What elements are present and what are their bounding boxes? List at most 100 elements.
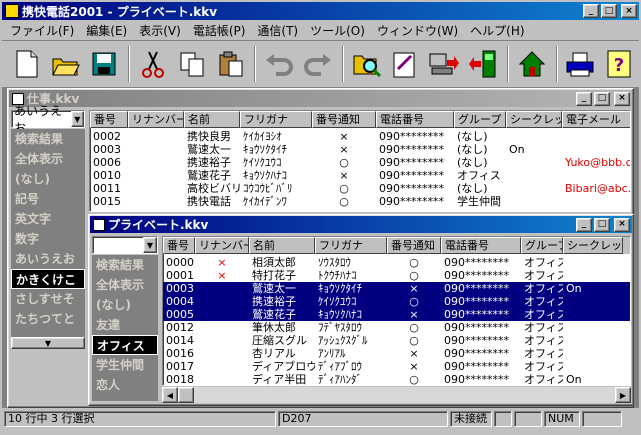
table-row[interactable]: 0016 杏リアル ｱﾝﾘｱﾙ × 090******** オフィス [163,347,630,360]
chevron-down-icon[interactable]: ▼ [70,111,84,127]
edit-button[interactable] [387,45,425,83]
table-cell [562,169,630,182]
table-row[interactable]: 0017 ディアブロウﾃﾞｨｱﾌﾞﾛｳ × 090******** オフィス [163,360,630,373]
main-titlebar[interactable]: 携快電話2001 - プライベート.kkv _ □ × [2,2,639,20]
private-titlebar[interactable]: プライベート.kkv _ □ × [90,216,632,233]
table-cell: ﾌﾃﾞﾔｽﾀﾛｳ [318,321,362,334]
menu-item[interactable]: 表示(V) [133,22,187,39]
category-item[interactable]: 学生仲間 [92,355,158,375]
column-header[interactable]: 番号 [90,111,128,128]
cut-button[interactable] [134,45,172,83]
column-header[interactable]: シークレット [506,111,562,128]
category-item[interactable]: オフィス [92,335,158,355]
scroll-left-icon[interactable]: ◀ [162,387,178,403]
menu-item[interactable]: 編集(E) [80,22,133,39]
send-to-phone-button[interactable] [425,45,463,83]
category-item[interactable]: 検索結果 [11,129,85,149]
category-item[interactable]: かきくけこ [11,269,85,289]
table-row[interactable]: 0000 × 相須太郎 ｿｳｽﾀﾛｳ ○ 090******** オフィス [163,256,630,269]
column-header[interactable]: 名前 [249,237,315,254]
chevron-down-icon[interactable]: ▼ [143,237,157,253]
menu-item[interactable]: ヘルプ(H) [464,22,530,39]
menu-item[interactable]: ツール(O) [304,22,371,39]
work-maximize-button[interactable]: □ [594,91,610,106]
category-item[interactable]: 恋人 [92,375,158,395]
column-header[interactable]: 番号 [163,237,195,254]
column-header[interactable]: フリガナ [315,237,387,254]
column-header[interactable]: グループ [454,111,506,128]
close-button[interactable]: × [621,4,637,18]
column-header[interactable]: 番号通知 [312,111,376,128]
menu-item[interactable]: 電話帳(P) [187,22,252,39]
column-header[interactable]: 電話番号 [441,237,521,254]
table-row[interactable]: 0012 筆休太郎 ﾌﾃﾞﾔｽﾀﾛｳ ○ 090******** オフィス [163,321,630,334]
column-header[interactable]: 電話番号 [376,111,454,128]
category-item[interactable]: 全体表示 [92,275,158,295]
help-button[interactable]: ? [600,45,638,83]
undo-button[interactable] [260,45,298,83]
table-row[interactable]: 0003 鷲速太一 ｷｮｳｿｸﾀｲﾁ × 090******** (なし) On [90,143,630,156]
category-item[interactable]: さしすせそ [11,289,85,309]
work-index-combo[interactable]: あいうえお ▼ [11,104,85,135]
table-row[interactable]: 0002 携快良男 ｹｲｶｲﾖｼｵ × 090******** (なし) [90,130,630,143]
category-item[interactable]: 記号 [11,189,85,209]
receive-from-phone-button[interactable] [464,45,502,83]
scroll-thumb[interactable] [178,387,194,403]
table-row[interactable]: 0010 鷲速花子 ｷｮｳｿｸﾊﾅｺ × 090******** オフィス [90,169,630,182]
column-header[interactable]: シークレット [563,237,623,254]
column-header[interactable]: リナンバー [195,237,249,254]
table-cell: ○ [409,269,419,282]
category-item[interactable]: 数字 [11,229,85,249]
column-header[interactable]: 電子メール [562,111,630,128]
column-header[interactable]: グループ [521,237,563,254]
work-titlebar[interactable]: 仕事.kkv _ □ × [9,90,632,107]
maximize-button[interactable]: □ [601,4,617,18]
table-row[interactable]: 0003 鷲速太一 ｷｮｳｿｸﾀｲﾁ × 090******** オフィスOn [163,282,630,295]
home-button[interactable] [513,45,551,83]
table-row[interactable]: 0006 携速裕子 ｹｲｿｸﾕｳｺ ○ 090******** (なし) Yuko@bbb.… [90,156,630,169]
column-header[interactable]: 番号通知 [387,237,441,254]
work-category-scroll-down[interactable]: ▼ [11,337,85,349]
work-minimize-button[interactable]: _ [576,91,592,106]
copy-button[interactable] [173,45,211,83]
private-maximize-button[interactable]: □ [594,217,610,232]
new-button[interactable] [8,45,46,83]
menu-item[interactable]: ウィンドウ(W) [371,22,464,39]
table-row[interactable]: 0004 携速裕子 ｹｲｿｸﾕｳｺ ○ 090******** オフィス [163,295,630,308]
table-cell: ｹｲｿｸﾕｳｺ [243,156,282,169]
category-item[interactable]: たちつてと [11,309,85,329]
save-button[interactable] [85,45,123,83]
column-header[interactable]: リナンバー [128,111,184,128]
private-close-button[interactable]: × [614,217,630,232]
menu-item[interactable]: ファイル(F) [4,22,80,39]
category-item[interactable]: 検索結果 [92,255,158,275]
column-header[interactable]: 名前 [184,111,240,128]
private-index-combo[interactable]: ▼ [92,236,158,254]
private-window[interactable]: プライベート.kkv _ □ × ▼ 検索結果 全体表示 (なし) 友達 オフィス 学生仲… [88,214,634,406]
category-item[interactable]: (なし) [11,169,85,189]
table-row[interactable]: 0014 圧縮スグル ｱｯｼｭｸｽｸﾞﾙ ○ 090******** オフィス [163,334,630,347]
scroll-right-icon[interactable]: ▶ [615,387,631,403]
table-row[interactable]: 0018 ディア半田 ﾃﾞｨｱﾊﾝﾀﾞ ○ 090******** オフィスOn [163,373,630,385]
table-row[interactable]: 0005 鷲速花子 ｷｮｳｿｸﾊﾅｺ × 090******** オフィス [163,308,630,321]
table-row[interactable]: 0001 × 特打花子 ﾄｸｳﾁﾊﾅｺ ○ 090******** オフィス [163,269,630,282]
category-item[interactable]: あいうえお [11,249,85,269]
paste-button[interactable] [212,45,250,83]
category-item[interactable]: 英文字 [11,209,85,229]
table-cell [128,143,184,156]
minimize-button[interactable]: _ [583,4,599,18]
column-header[interactable]: フリガナ [240,111,312,128]
menu-item[interactable]: 通信(T) [251,22,304,39]
open-button[interactable] [47,45,85,83]
private-horizontal-scrollbar[interactable]: ◀ ▶ [162,387,631,403]
private-minimize-button[interactable]: _ [576,217,592,232]
table-row[interactable]: 0011 高校ビバリ ｺｳｺｳﾋﾞﾊﾞﾘ ○ 090******** (なし) Bibari… [90,182,630,195]
category-item[interactable]: 友達 [92,315,158,335]
search-button[interactable] [348,45,386,83]
category-item[interactable]: (なし) [92,295,158,315]
category-item[interactable]: 全体表示 [11,149,85,169]
work-close-button[interactable]: × [614,91,630,106]
print-button[interactable] [562,45,600,83]
table-row[interactable]: 0015 携快電話 ｹｲｶｲﾃﾞﾝﾜ ○ 090******** 学生仲間 [90,195,630,208]
redo-button[interactable] [299,45,337,83]
